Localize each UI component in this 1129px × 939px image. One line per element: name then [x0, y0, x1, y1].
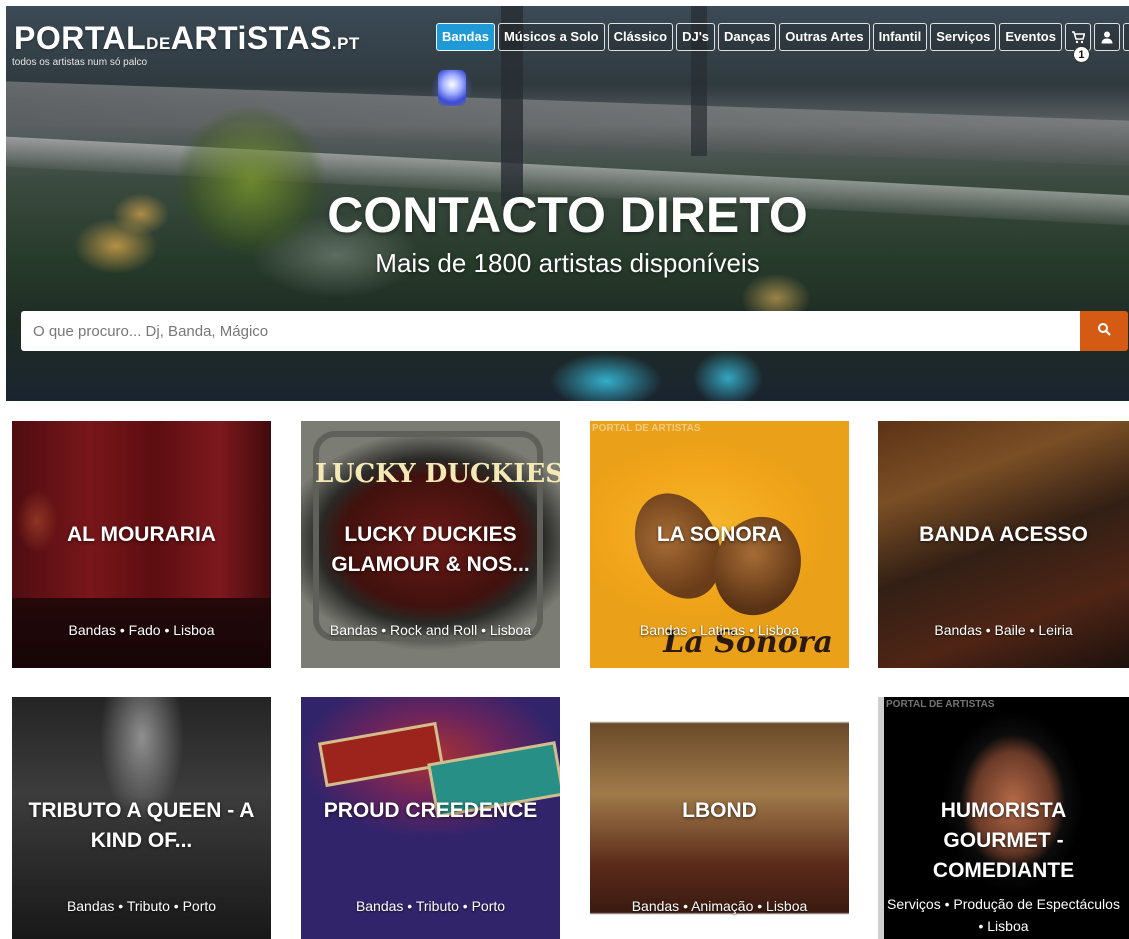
artist-card-al-mouraria[interactable]: AL MOURARIA Bandas • Fado • Lisboa [12, 421, 271, 668]
nav-item-eventos[interactable]: Eventos [999, 23, 1062, 51]
hero-subtitle: Mais de 1800 artistas disponíveis [375, 248, 760, 278]
card-tags: Serviços • Produção de Espectáculos • Li… [887, 896, 1120, 934]
nav-item-dancas[interactable]: Danças [718, 23, 777, 51]
card-title: LUCKY DUCKIES GLAMOUR & NOS... [331, 523, 530, 576]
site-logo[interactable]: PORTALDEARTiSTAS.PT [14, 20, 360, 57]
card-image-banner-text: LUCKY DUCKIES [315, 459, 560, 489]
site-tagline: todos os artistas num só palco [12, 57, 148, 68]
cart-count-badge: 1 [1072, 46, 1090, 63]
search-icon [1098, 323, 1111, 336]
search-button[interactable] [1080, 311, 1128, 351]
watermark: PORTAL DE ARTISTAS [886, 699, 995, 710]
card-title: LBOND [682, 799, 757, 822]
main-nav: Bandas Músicos a Solo Clássico DJ's Danç… [436, 23, 1129, 63]
watermark: PORTAL DE ARTISTAS [592, 423, 701, 434]
search-bar [21, 311, 1128, 351]
user-button[interactable] [1093, 23, 1120, 51]
card-title: HUMORISTA GOURMET - COMEDIANTE [932, 799, 1075, 882]
nav-item-classico[interactable]: Clássico [607, 23, 674, 51]
nav-item-djs[interactable]: DJ's [676, 23, 716, 51]
card-tags: Bandas • Latinas • Lisboa [639, 622, 800, 638]
hero-banner: PORTALDEARTiSTAS.PT todos os artistas nu… [6, 6, 1129, 401]
card-title: TRIBUTO A QUEEN - A KIND OF... [28, 799, 255, 852]
card-tags: Bandas • Fado • Lisboa [68, 622, 215, 638]
user-icon [1101, 31, 1113, 44]
hero-title: CONTACTO DIRETO [327, 187, 808, 243]
search-input[interactable] [21, 311, 1080, 351]
card-title: LA SONORA [656, 523, 783, 546]
card-tags: Bandas • Tributo • Porto [66, 898, 217, 914]
nav-item-servicos[interactable]: Serviços [930, 23, 997, 51]
card-title: PROUD CREEDENCE [323, 799, 538, 822]
cart-icon [1071, 31, 1086, 44]
artist-card-tributo-a-queen[interactable]: TRIBUTO A QUEEN - A KIND OF... Bandas • … [12, 697, 271, 939]
artist-card-banda-acesso[interactable]: BANDA ACESSO Bandas • Baile • Leiria [878, 421, 1129, 668]
nav-item-bandas[interactable]: Bandas [436, 23, 495, 51]
artist-card-la-sonora[interactable]: La Sonora PORTAL DE ARTISTAS LA SONORA B… [590, 421, 849, 668]
artist-card-lbond[interactable]: LBOND Bandas • Animação • Lisboa [590, 697, 849, 939]
card-tags: Bandas • Tributo • Porto [355, 898, 506, 914]
nav-item-infantil[interactable]: Infantil [872, 23, 928, 51]
nav-search-button[interactable] [1122, 23, 1129, 51]
card-tags: Bandas • Animação • Lisboa [631, 898, 808, 914]
card-tags: Bandas • Baile • Leiria [934, 622, 1073, 638]
card-title: AL MOURARIA [67, 523, 216, 546]
card-tags: Bandas • Rock and Roll • Lisboa [329, 622, 532, 638]
nav-item-musicos-a-solo[interactable]: Músicos a Solo [497, 23, 605, 51]
nav-item-outras-artes[interactable]: Outras Artes [779, 23, 870, 51]
cart-button[interactable]: 1 [1064, 23, 1091, 63]
artist-card-proud-creedence[interactable]: PROUD CREEDENCE Bandas • Tributo • Porto [301, 697, 560, 939]
hero-background-light [438, 70, 466, 106]
card-title: BANDA ACESSO [919, 523, 1088, 546]
artist-card-humorista-gourmet[interactable]: PORTAL DE ARTISTAS HUMORISTA GOURMET - C… [878, 697, 1129, 939]
artist-card-lucky-duckies[interactable]: LUCKY DUCKIES LUCKY DUCKIES GLAMOUR & NO… [301, 421, 560, 668]
